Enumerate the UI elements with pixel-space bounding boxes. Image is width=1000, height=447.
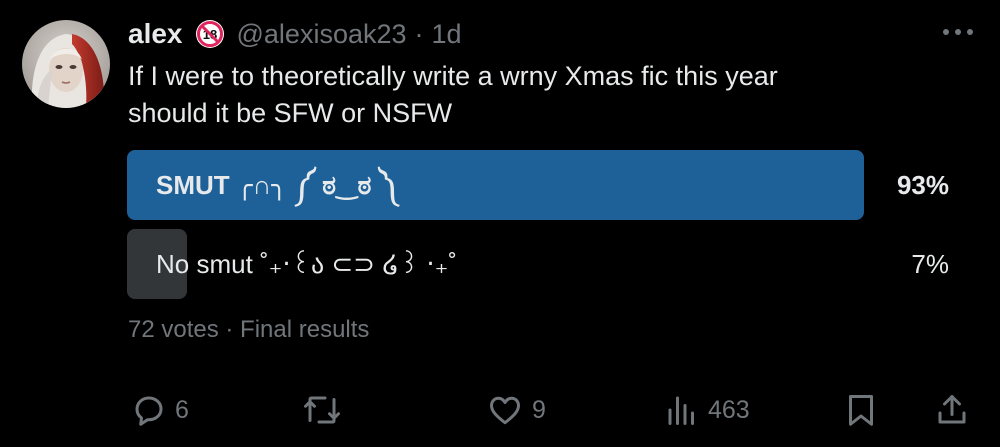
no-under-18-icon: 18 <box>195 19 225 49</box>
poll-option-2: No smut ˚₊‧꒰ა ⊂⊃ ໒꒱ ‧₊˚ 7% <box>127 229 951 299</box>
poll-footer: 72 votes · Final results <box>128 316 370 343</box>
like-count: 9 <box>532 395 546 424</box>
separator-dot: · <box>414 18 424 49</box>
reply-icon <box>135 396 163 426</box>
share-icon <box>938 395 966 424</box>
views-count: 463 <box>708 395 750 424</box>
user-handle[interactable]: @alexisoak23 <box>237 19 407 50</box>
reply-count: 6 <box>175 395 189 424</box>
retweet-button[interactable] <box>302 388 350 432</box>
analytics-icon <box>668 396 694 425</box>
views-button[interactable]: 463 <box>664 388 750 432</box>
display-name[interactable]: alex <box>128 18 183 50</box>
poll-option-label: SMUT ╭∩╮ ༼ ಠ‿ಠ ༽ <box>156 170 398 200</box>
poll-option-1: SMUT ╭∩╮ ༼ ಠ‿ಠ ༽ 93% <box>127 150 951 220</box>
retweet-icon <box>304 396 340 424</box>
avatar[interactable] <box>22 20 110 108</box>
more-options-icon[interactable] <box>940 22 976 42</box>
poll-option-label: No smut ˚₊‧꒰ა ⊂⊃ ໒꒱ ‧₊˚ <box>156 249 458 279</box>
bookmark-icon <box>849 395 873 426</box>
poll-option-percent: 7% <box>911 249 949 279</box>
like-button[interactable]: 9 <box>486 388 546 432</box>
poll-option-percent: 93% <box>896 170 949 200</box>
heart-icon <box>490 396 520 425</box>
reply-button[interactable]: 6 <box>131 388 189 432</box>
bookmark-button[interactable] <box>843 388 879 432</box>
tweet-text: If I were to theoretically write a wrny … <box>128 61 778 128</box>
share-button[interactable] <box>934 388 970 432</box>
timestamp[interactable]: 1d <box>432 19 462 50</box>
tweet-header: alex 18 @alexisoak23 · 1d <box>128 14 462 54</box>
